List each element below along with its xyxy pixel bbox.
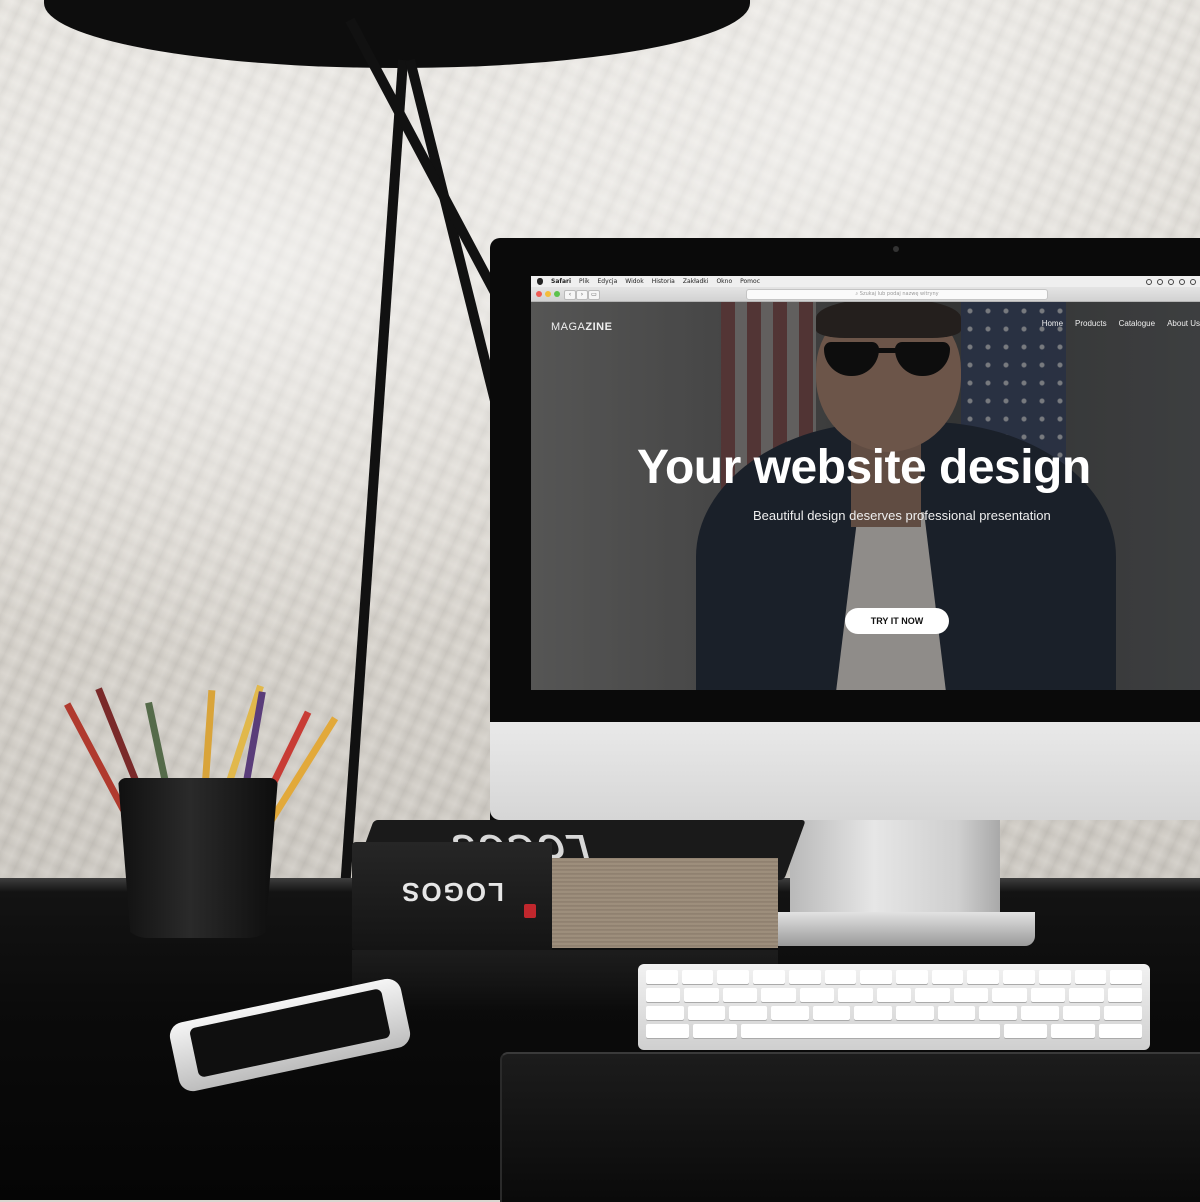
camera-icon <box>893 246 899 252</box>
menu-item[interactable]: Zakładki <box>683 276 709 287</box>
hero-subtitle: Beautiful design deserves professional p… <box>753 508 1051 523</box>
key <box>824 970 857 984</box>
key <box>915 988 950 1002</box>
key <box>722 988 758 1002</box>
address-bar[interactable]: ⌕ Szukaj lub podaj nazwę witryny <box>746 289 1048 300</box>
monitor-foot <box>765 912 1035 946</box>
key <box>729 1006 768 1020</box>
key <box>693 1024 737 1038</box>
key <box>931 970 964 984</box>
hero-section: MAGAZINE Home Products Catalogue About U… <box>531 302 1200 690</box>
key <box>1107 988 1143 1002</box>
pencil-cup <box>118 778 278 938</box>
menu-item[interactable]: Plik <box>579 276 589 287</box>
key <box>854 1006 893 1020</box>
clock-icon[interactable] <box>1146 278 1152 285</box>
key <box>771 1006 809 1020</box>
logo-light: MAGA <box>551 321 586 333</box>
key <box>646 1024 690 1038</box>
key <box>979 1006 1018 1020</box>
desk-drawer <box>500 1052 1200 1202</box>
close-window-icon[interactable] <box>536 291 542 297</box>
key <box>967 970 1000 984</box>
key <box>1038 970 1071 984</box>
battery-icon[interactable] <box>1190 278 1196 285</box>
key <box>788 970 821 984</box>
book-pages <box>552 858 778 948</box>
address-placeholder: Szukaj lub podaj nazwę witryny <box>859 291 939 297</box>
key <box>687 1006 726 1020</box>
mac-menubar: Safari Plik Edycja Widok Historia Zakład… <box>531 276 1200 287</box>
key <box>1069 988 1104 1002</box>
logo-bold: ZINE <box>585 321 613 333</box>
keyboard <box>638 964 1150 1050</box>
apple-icon[interactable] <box>537 278 543 285</box>
key-row <box>646 970 1143 984</box>
book-publisher-badge <box>524 904 536 918</box>
nav-catalogue[interactable]: Catalogue <box>1119 319 1155 328</box>
key <box>646 988 681 1002</box>
forward-button[interactable]: › <box>576 290 588 300</box>
volume-icon[interactable] <box>1179 278 1185 285</box>
key <box>646 970 678 984</box>
monitor-screen: Safari Plik Edycja Widok Historia Zakład… <box>531 276 1200 690</box>
key-row <box>646 1024 1142 1038</box>
key <box>1030 988 1066 1002</box>
book-spine-title: LOGOS <box>400 877 504 907</box>
menu-item[interactable]: Widok <box>625 276 643 287</box>
key <box>753 970 785 984</box>
bluetooth-icon[interactable] <box>1157 278 1163 285</box>
back-button[interactable]: ‹ <box>564 290 576 300</box>
key <box>1003 970 1035 984</box>
zoom-window-icon[interactable] <box>554 291 560 297</box>
monitor-chin <box>490 722 1200 820</box>
key <box>1051 1024 1095 1038</box>
key <box>992 988 1027 1002</box>
key <box>1074 970 1107 984</box>
key-row <box>646 1006 1143 1020</box>
key <box>1110 970 1143 984</box>
sidebar-button[interactable]: ▭ <box>588 290 600 300</box>
minimize-window-icon[interactable] <box>545 291 551 297</box>
key <box>838 988 873 1002</box>
key <box>646 1006 684 1020</box>
key <box>799 988 835 1002</box>
key <box>896 1006 934 1020</box>
nav-about-us[interactable]: About Us <box>1167 319 1200 328</box>
key <box>1021 1006 1059 1020</box>
site-logo[interactable]: MAGAZINE <box>551 321 612 333</box>
key <box>896 970 928 984</box>
wifi-icon[interactable] <box>1168 278 1174 285</box>
key <box>717 970 750 984</box>
key-row <box>646 988 1143 1002</box>
key <box>1104 1006 1143 1020</box>
nav-products[interactable]: Products <box>1075 319 1107 328</box>
menu-item[interactable]: Edycja <box>597 276 617 287</box>
safari-toolbar: ‹ › ▭ ⌕ Szukaj lub podaj nazwę witryny <box>531 287 1200 302</box>
monitor-stand <box>790 820 1000 920</box>
key <box>1098 1024 1142 1038</box>
key <box>1004 1024 1048 1038</box>
menu-item[interactable]: Okno <box>716 276 732 287</box>
key <box>740 1024 1001 1038</box>
key <box>681 970 714 984</box>
key <box>684 988 719 1002</box>
nav-home[interactable]: Home <box>1042 319 1063 328</box>
key <box>860 970 893 984</box>
try-it-now-button[interactable]: TRY IT NOW <box>845 608 949 634</box>
key <box>1062 1006 1101 1020</box>
key <box>876 988 912 1002</box>
key <box>937 1006 976 1020</box>
hero-title: Your website design <box>637 441 1091 494</box>
key <box>761 988 796 1002</box>
key <box>812 1006 851 1020</box>
menu-item[interactable]: Pomoc <box>740 276 760 287</box>
key <box>953 988 989 1002</box>
menubar-status <box>1146 276 1196 287</box>
site-nav: Home Products Catalogue About Us <box>1042 319 1200 328</box>
menu-item[interactable]: Safari <box>551 276 571 287</box>
menu-item[interactable]: Historia <box>652 276 675 287</box>
